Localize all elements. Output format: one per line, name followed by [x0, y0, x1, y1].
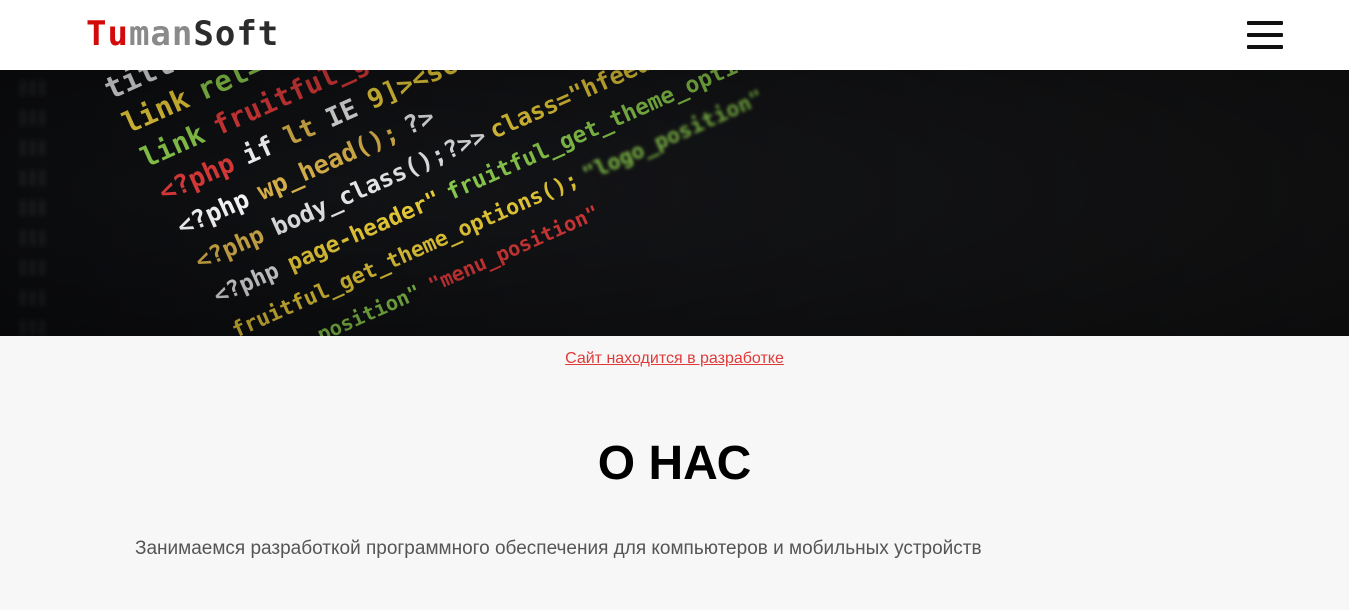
- hamburger-menu-icon[interactable]: [1243, 17, 1285, 53]
- development-notice[interactable]: Сайт находится в разработке: [0, 350, 1349, 368]
- about-description: Занимаемся разработкой программного обес…: [135, 538, 982, 559]
- logo-part-soft: Soft: [193, 14, 280, 54]
- hero-image: |||||||||||||||||||||||||||titlerel="pro…: [0, 70, 1349, 336]
- logo-part-man: man: [128, 14, 194, 54]
- site-header: TumanSoft: [0, 0, 1349, 70]
- code-background: |||||||||||||||||||||||||||titlerel="pro…: [0, 70, 1349, 336]
- logo[interactable]: TumanSoft: [86, 14, 279, 54]
- development-notice-link[interactable]: Сайт находится в разработке: [565, 350, 784, 367]
- about-title: О НАС: [597, 437, 752, 490]
- logo-part-tu: Tu: [86, 14, 129, 54]
